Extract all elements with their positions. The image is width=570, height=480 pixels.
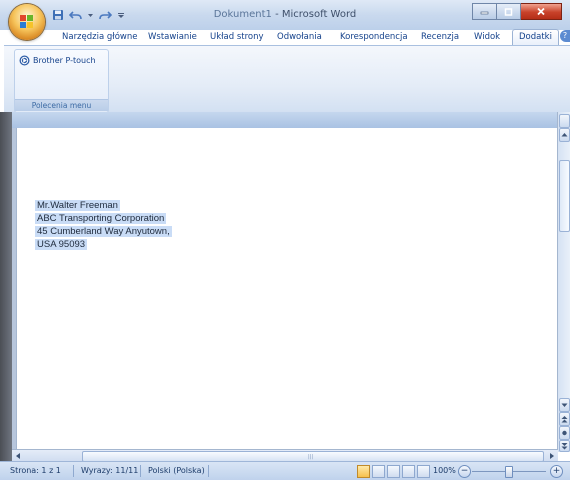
ribbon-tabs: Narzędzia główne Wstawianie Układ strony… — [0, 28, 570, 47]
ruler-area — [0, 112, 570, 128]
window-controls — [472, 3, 562, 20]
vertical-scroll-thumb[interactable] — [559, 160, 570, 232]
address-line: Mr.Walter Freeman — [35, 199, 172, 212]
tab-narzedzia-glowne[interactable]: Narzędzia główne — [62, 32, 137, 42]
tab-widok[interactable]: Widok — [474, 32, 500, 42]
office-button[interactable] — [9, 4, 45, 40]
zoom-level[interactable]: 100% — [433, 466, 456, 475]
address-line-text: USA 95093 — [35, 239, 88, 250]
brother-ptouch-icon — [19, 55, 30, 66]
address-line: USA 95093 — [35, 238, 172, 251]
status-separator — [73, 465, 74, 477]
ribbon-group-menu-commands: Brother P-touch Polecenia menu — [14, 49, 109, 113]
address-line-text: Mr.Walter Freeman — [35, 200, 120, 211]
status-words[interactable]: Wyrazy: 11/11 — [81, 466, 138, 475]
window-title-app: Microsoft Word — [281, 9, 357, 20]
address-line-text: 45 Cumberland Way Anyutown, — [35, 226, 172, 237]
draft-view-icon[interactable] — [417, 465, 430, 478]
scroll-grip-icon: ||| — [308, 454, 314, 460]
address-line-text: ABC Transporting Corporation — [35, 213, 167, 224]
title-bar: Dokument1 - Microsoft Word — [0, 0, 570, 30]
full-screen-reading-view-icon[interactable] — [372, 465, 385, 478]
maximize-button[interactable] — [497, 3, 521, 20]
document-page[interactable]: Mr.Walter Freeman ABC Transporting Corpo… — [16, 128, 559, 449]
minimize-button[interactable] — [472, 3, 497, 20]
arrow-down-icon — [561, 403, 568, 407]
maximize-icon — [504, 7, 513, 16]
status-separator — [140, 465, 141, 477]
vertical-scrollbar[interactable] — [557, 112, 570, 452]
office-logo-icon — [20, 15, 33, 28]
print-layout-view-icon[interactable] — [357, 465, 370, 478]
ribbon-group-label: Polecenia menu — [15, 99, 108, 111]
zoom-in-button[interactable]: + — [550, 465, 563, 478]
view-buttons — [357, 465, 430, 478]
brother-ptouch-button[interactable]: Brother P-touch — [19, 55, 96, 66]
status-language[interactable]: Polski (Polska) — [148, 466, 205, 475]
previous-page-button[interactable] — [559, 412, 570, 426]
minimize-icon — [480, 11, 489, 15]
zoom-slider-thumb[interactable] — [505, 466, 513, 478]
address-block[interactable]: Mr.Walter Freeman ABC Transporting Corpo… — [35, 199, 172, 251]
close-button[interactable] — [521, 3, 562, 20]
tab-wstawianie[interactable]: Wstawianie — [148, 32, 197, 42]
help-icon[interactable]: ? — [560, 30, 570, 42]
tab-uklad-strony[interactable]: Układ strony — [210, 32, 264, 42]
zoom-out-button[interactable]: − — [458, 465, 471, 478]
status-page[interactable]: Strona: 1 z 1 — [10, 466, 61, 475]
tab-recenzja[interactable]: Recenzja — [421, 32, 459, 42]
brother-ptouch-label: Brother P-touch — [33, 56, 96, 65]
scroll-up-button[interactable] — [559, 128, 570, 142]
ribbon: Brother P-touch Polecenia menu — [4, 45, 570, 113]
double-down-icon — [561, 443, 568, 450]
select-browse-object-button[interactable] — [559, 426, 570, 440]
tab-odwolania[interactable]: Odwołania — [277, 32, 322, 42]
ruler-toggle-button[interactable] — [559, 114, 570, 128]
web-layout-view-icon[interactable] — [387, 465, 400, 478]
close-icon — [537, 7, 545, 16]
status-bar: Strona: 1 z 1 Wyrazy: 11/11 Polski (Pols… — [0, 461, 570, 480]
arrow-left-icon[interactable] — [14, 452, 22, 460]
address-line: ABC Transporting Corporation — [35, 212, 172, 225]
arrow-right-icon[interactable] — [548, 452, 556, 460]
outline-view-icon[interactable] — [402, 465, 415, 478]
tab-korespondencja[interactable]: Korespondencja — [340, 32, 408, 42]
double-up-icon — [561, 416, 568, 423]
window-title-document: Dokument1 — [213, 9, 272, 20]
scroll-down-button[interactable] — [559, 398, 570, 412]
next-page-button[interactable] — [559, 440, 570, 452]
circle-icon — [562, 430, 567, 436]
address-line: 45 Cumberland Way Anyutown, — [35, 225, 172, 238]
left-margin-bar — [0, 112, 12, 461]
arrow-up-icon — [561, 133, 568, 137]
window-title-separator: - — [271, 9, 282, 20]
status-separator — [208, 465, 209, 477]
